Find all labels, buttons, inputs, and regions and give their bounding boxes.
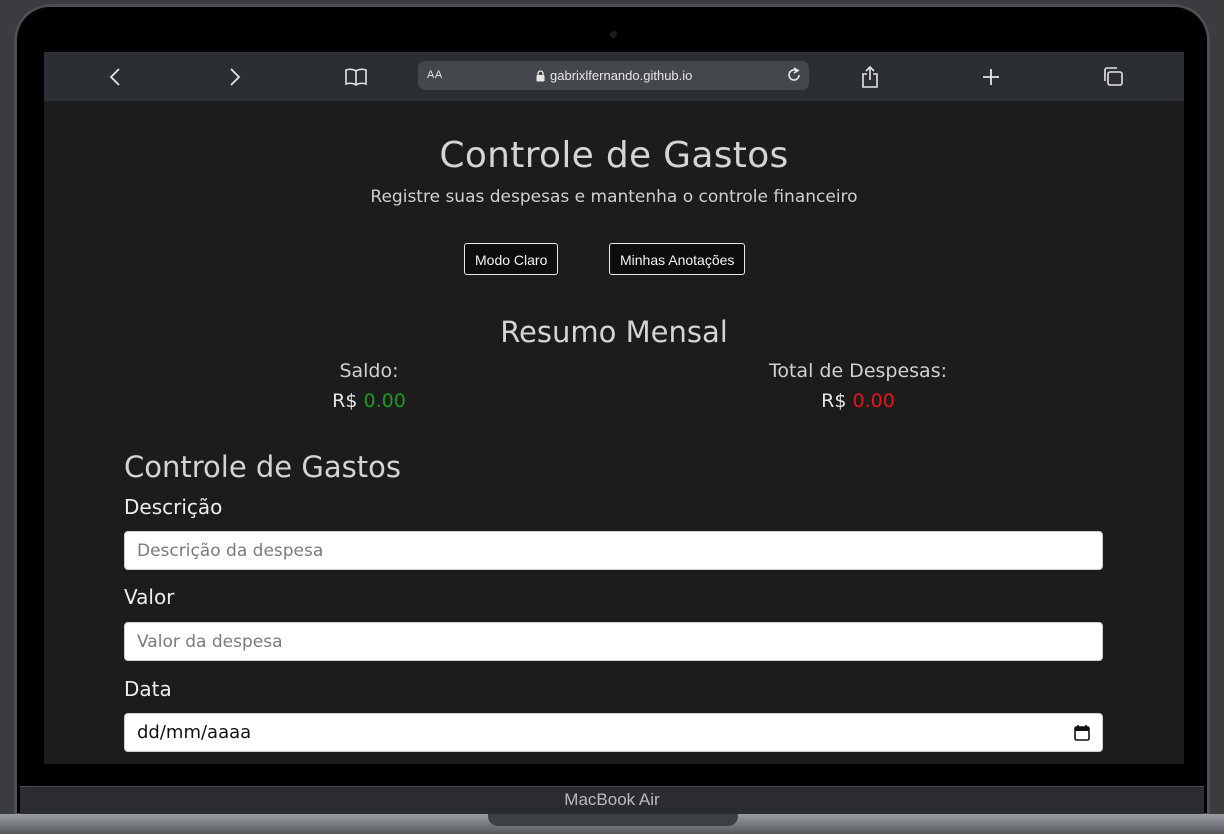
page-title: Controle de Gastos	[439, 135, 789, 176]
camera-icon	[610, 31, 617, 38]
lock-icon	[536, 69, 545, 81]
url-text: gabrixlfernando.github.io	[550, 68, 693, 83]
address-bar[interactable]: AA gabrixlfernando.github.io	[418, 61, 809, 90]
light-mode-button[interactable]: Modo Claro	[464, 243, 559, 275]
device-label: MacBook Air	[564, 790, 660, 809]
summary-title: Resumo Mensal	[500, 315, 728, 349]
reader-aa-button[interactable]: AA	[427, 69, 443, 81]
page-subtitle: Registre suas despesas e mantenha o cont…	[370, 187, 858, 207]
expenses-amount: R$ 0.00	[708, 390, 1008, 412]
laptop-notch	[488, 814, 738, 826]
balance-amount: R$ 0.00	[269, 390, 469, 412]
description-label: Descrição	[124, 495, 223, 519]
forward-icon[interactable]	[222, 64, 248, 90]
url-host: gabrixlfernando.github.io	[536, 68, 692, 83]
form-title: Controle de Gastos	[124, 450, 401, 484]
expenses-currency: R$	[821, 390, 847, 412]
expenses-label: Total de Despesas:	[768, 360, 947, 382]
back-icon[interactable]	[102, 64, 128, 90]
screen: AA gabrixlfernando.github.io Controle de…	[44, 52, 1184, 764]
bookmarks-icon[interactable]	[343, 64, 369, 90]
tabs-icon[interactable]	[1100, 64, 1126, 90]
calendar-icon[interactable]	[1074, 724, 1090, 741]
date-label: Data	[124, 677, 172, 701]
balance-label: Saldo:	[339, 360, 399, 382]
amount-label: Valor	[124, 585, 175, 609]
description-input[interactable]	[124, 531, 1103, 570]
balance-currency: R$	[332, 390, 358, 412]
my-notes-button[interactable]: Minhas Anotações	[609, 243, 746, 275]
date-input[interactable]: dd/mm/aaaa	[124, 713, 1103, 752]
expenses-value: 0.00	[852, 390, 895, 412]
date-placeholder: dd/mm/aaaa	[137, 722, 252, 743]
browser-toolbar: AA gabrixlfernando.github.io	[44, 52, 1184, 101]
amount-input[interactable]	[124, 622, 1103, 661]
page-content: Controle de Gastos Registre suas despesa…	[44, 101, 1184, 764]
balance-value: 0.00	[363, 390, 406, 412]
new-tab-icon[interactable]	[978, 64, 1004, 90]
share-icon[interactable]	[857, 64, 883, 90]
reload-icon[interactable]	[784, 65, 804, 85]
